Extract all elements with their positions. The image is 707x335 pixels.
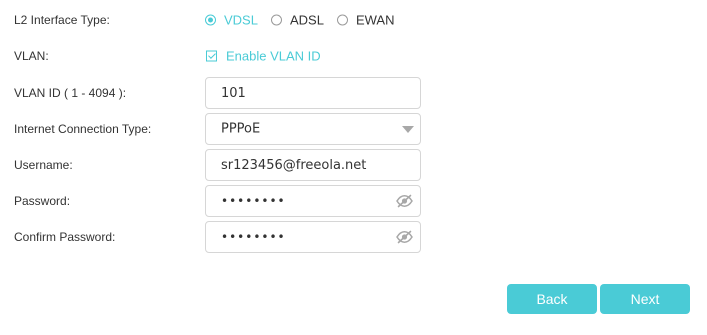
username-field[interactable] (205, 149, 421, 181)
confirm-password-field[interactable]: •••••••• (205, 221, 421, 253)
enable-vlan-checkbox[interactable]: Enable VLAN ID (206, 49, 321, 64)
confirm-password-label: Confirm Password: (14, 230, 116, 244)
radio-ewan-indicator[interactable] (336, 14, 348, 26)
radio-vdsl-indicator[interactable] (205, 14, 216, 26)
password-label: Password: (14, 194, 71, 208)
connection-type-row: Internet Connection Type: PPPoE (0, 113, 707, 145)
vlan-id-row: VLAN ID ( 1 - 4094 ): (0, 77, 707, 109)
radio-vdsl[interactable]: VDSL (205, 13, 258, 28)
l2-interface-row: L2 Interface Type: VDSL ADSL EWAN (0, 4, 707, 36)
password-row: Password: •••••••• (0, 185, 707, 217)
password-masked-value[interactable]: •••••••• (221, 194, 286, 208)
confirm-password-row: Confirm Password: •••••••• (0, 221, 707, 253)
vlan-id-label: VLAN ID ( 1 - 4094 ): (14, 86, 127, 100)
username-row: Username: (0, 149, 707, 181)
vlan-label: VLAN: (14, 49, 49, 63)
vlan-row: VLAN: Enable VLAN ID (0, 40, 707, 72)
confirm-password-masked-value[interactable]: •••••••• (221, 230, 286, 244)
connection-type-value[interactable]: PPPoE (221, 122, 260, 137)
username-label: Username: (14, 158, 73, 172)
l2-interface-label: L2 Interface Type: (14, 13, 110, 27)
radio-adsl[interactable]: ADSL (270, 13, 324, 28)
radio-adsl-label[interactable]: ADSL (290, 13, 324, 28)
radio-ewan-label[interactable]: EWAN (356, 13, 395, 28)
enable-vlan-label[interactable]: Enable VLAN ID (226, 49, 321, 64)
caret-down-icon[interactable] (402, 126, 414, 133)
checkbox-checked-icon[interactable] (206, 50, 217, 62)
eye-slash-icon[interactable] (396, 230, 413, 244)
back-button[interactable]: Back (507, 284, 597, 314)
radio-vdsl-label[interactable]: VDSL (224, 13, 258, 28)
radio-adsl-indicator[interactable] (270, 14, 282, 26)
l2-interface-radio-group: VDSL ADSL EWAN (205, 13, 407, 28)
username-input[interactable] (206, 150, 420, 180)
password-field[interactable]: •••••••• (205, 185, 421, 217)
vlan-id-field[interactable] (205, 77, 421, 109)
connection-type-select[interactable]: PPPoE (205, 113, 421, 145)
next-button[interactable]: Next (600, 284, 690, 314)
eye-slash-icon[interactable] (396, 194, 413, 208)
connection-type-label: Internet Connection Type: (14, 122, 152, 136)
radio-ewan[interactable]: EWAN (336, 13, 395, 28)
vlan-id-input[interactable] (206, 78, 420, 108)
